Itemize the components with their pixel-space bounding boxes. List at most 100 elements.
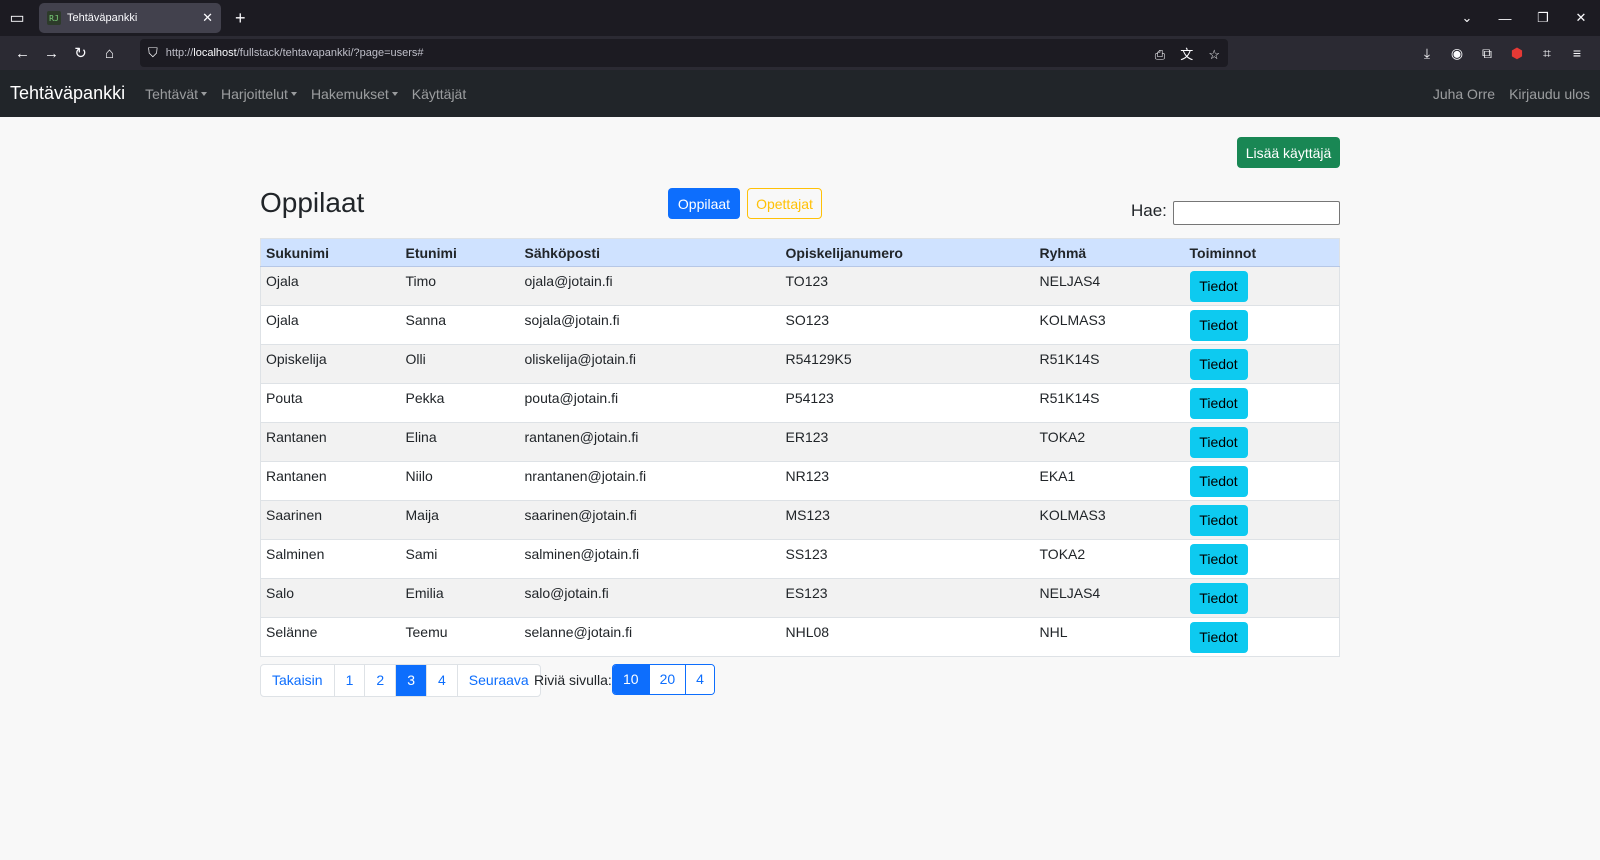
brand-link[interactable]: Tehtäväpankki: [10, 83, 125, 104]
email-cell: nrantanen@jotain.fi: [519, 461, 781, 501]
details-button[interactable]: Tiedot: [1189, 583, 1248, 614]
reader-mode-icon[interactable]: ⎙: [1155, 47, 1165, 62]
details-button[interactable]: Tiedot: [1189, 466, 1248, 497]
details-button[interactable]: Tiedot: [1189, 271, 1248, 302]
student-number-cell: MS123: [780, 500, 1035, 540]
column-header: Ryhmä: [1034, 238, 1185, 267]
details-button[interactable]: Tiedot: [1189, 310, 1248, 341]
close-window-icon[interactable]: ✕: [1562, 10, 1600, 26]
restore-icon[interactable]: ❐: [1524, 10, 1562, 26]
student-number-cell: NR123: [780, 461, 1035, 501]
group-cell: R51K14S: [1034, 344, 1185, 384]
table-row: Salo Emilia salo@jotain.fi ES123 NELJAS4 Tied…: [260, 578, 1340, 618]
student-number-cell: NHL08: [780, 617, 1035, 657]
student-number-cell: R54129K5: [780, 344, 1035, 384]
actions-cell: Tiedot: [1184, 461, 1340, 501]
search-input[interactable]: [1173, 201, 1340, 225]
nav-harjoittelut[interactable]: Harjoittelut: [221, 86, 297, 102]
actions-cell: Tiedot: [1184, 539, 1340, 579]
column-header: Etunimi: [400, 238, 520, 267]
rows-option-20[interactable]: 20: [649, 665, 687, 694]
nav-hakemukset[interactable]: Hakemukset: [311, 86, 398, 102]
ublock-icon[interactable]: ⬢: [1502, 45, 1532, 62]
details-button[interactable]: Tiedot: [1189, 505, 1248, 536]
next-page-button[interactable]: Seuraava: [458, 665, 540, 696]
table-row: Saarinen Maija saarinen@jotain.fi MS123 KOLM…: [260, 500, 1340, 540]
details-button[interactable]: Tiedot: [1189, 544, 1248, 575]
rows-option-10[interactable]: 10: [613, 665, 650, 694]
url-bar[interactable]: ⛉ http://localhost/fullstack/tehtavapank…: [140, 39, 1228, 67]
back-icon[interactable]: ←: [8, 39, 37, 68]
new-tab-icon[interactable]: +: [235, 8, 246, 29]
email-cell: saarinen@jotain.fi: [519, 500, 781, 540]
rows-option-4[interactable]: 4: [686, 665, 714, 694]
page-button-3[interactable]: 3: [396, 665, 427, 696]
browser-tab[interactable]: RJ Tehtäväpankki ✕: [39, 3, 221, 33]
details-button[interactable]: Tiedot: [1189, 622, 1248, 653]
page-button-1[interactable]: 1: [335, 665, 366, 696]
tab-title: Tehtäväpankki: [67, 12, 138, 24]
logout-link[interactable]: Kirjaudu ulos: [1509, 86, 1590, 102]
details-button[interactable]: Tiedot: [1189, 349, 1248, 380]
translate-icon[interactable]: 文: [1180, 47, 1193, 62]
actions-cell: Tiedot: [1184, 344, 1340, 384]
first-name-cell: Elina: [400, 422, 520, 462]
minimize-icon[interactable]: —: [1486, 11, 1524, 26]
teachers-toggle-button[interactable]: Opettajat: [747, 188, 822, 219]
actions-cell: Tiedot: [1184, 500, 1340, 540]
rows-per-page-group: 10 20 4: [612, 664, 715, 695]
actions-cell: Tiedot: [1184, 383, 1340, 423]
students-toggle-button[interactable]: Oppilaat: [668, 188, 740, 219]
page-button-2[interactable]: 2: [365, 665, 397, 696]
page-button-4[interactable]: 4: [427, 665, 458, 696]
actions-cell: Tiedot: [1184, 422, 1340, 462]
first-name-cell: Sanna: [400, 305, 520, 345]
student-number-cell: TO123: [780, 266, 1035, 306]
chevron-down-icon[interactable]: ⌄: [1448, 10, 1486, 26]
student-number-cell: ES123: [780, 578, 1035, 618]
last-name-cell: Rantanen: [260, 422, 401, 462]
table-row: Pouta Pekka pouta@jotain.fi P54123 R51K14S Ti…: [260, 383, 1340, 423]
actions-cell: Tiedot: [1184, 266, 1340, 306]
account-icon[interactable]: ◉: [1442, 45, 1472, 62]
page-content: Lisää käyttäjä Oppilaat Oppilaat Opettaj…: [0, 117, 1600, 860]
details-button[interactable]: Tiedot: [1189, 427, 1248, 458]
email-cell: selanne@jotain.fi: [519, 617, 781, 657]
nav-tehtavat[interactable]: Tehtävät: [145, 86, 208, 102]
table-row: Rantanen Niilo nrantanen@jotain.fi NR123 EKA…: [260, 461, 1340, 501]
email-cell: oliskelija@jotain.fi: [519, 344, 781, 384]
first-name-cell: Maija: [400, 500, 520, 540]
last-name-cell: Opiskelija: [260, 344, 401, 384]
group-cell: EKA1: [1034, 461, 1185, 501]
window-controls: ⌄ — ❐ ✕: [1448, 0, 1600, 36]
nav-kayttajat[interactable]: Käyttäjät: [412, 86, 466, 102]
pagination: Takaisin 1 2 3 4 Seuraava: [260, 664, 541, 697]
extensions-icon[interactable]: ⧉: [1472, 45, 1502, 62]
home-icon[interactable]: ⌂: [95, 39, 124, 68]
users-table: Sukunimi Etunimi Sähköposti Opiskelijanu…: [260, 238, 1340, 657]
first-name-cell: Sami: [400, 539, 520, 579]
menu-icon[interactable]: ≡: [1562, 45, 1592, 62]
email-cell: salminen@jotain.fi: [519, 539, 781, 579]
app-navbar: Tehtäväpankki Tehtävät Harjoittelut Hake…: [0, 70, 1600, 117]
crop-icon[interactable]: ⌗: [1532, 45, 1562, 62]
details-button[interactable]: Tiedot: [1189, 388, 1248, 419]
prev-page-button[interactable]: Takaisin: [261, 665, 335, 696]
actions-cell: Tiedot: [1184, 305, 1340, 345]
forward-icon[interactable]: →: [37, 39, 66, 68]
caret-down-icon: [391, 91, 398, 96]
caret-down-icon: [201, 91, 208, 96]
user-name-link[interactable]: Juha Orre: [1433, 86, 1495, 102]
email-cell: sojala@jotain.fi: [519, 305, 781, 345]
reload-icon[interactable]: ↻: [66, 39, 95, 68]
download-icon[interactable]: ⤓: [1412, 45, 1442, 62]
close-tab-icon[interactable]: ✕: [202, 10, 213, 26]
tab-list-icon[interactable]: ▭: [0, 0, 34, 36]
url-text[interactable]: http://localhost/fullstack/tehtavapankki…: [166, 47, 1143, 59]
bookmark-star-icon[interactable]: ☆: [1208, 47, 1220, 62]
last-name-cell: Ojala: [260, 266, 401, 306]
add-user-button[interactable]: Lisää käyttäjä: [1237, 137, 1340, 168]
table-row: Opiskelija Olli oliskelija@jotain.fi R54129…: [260, 344, 1340, 384]
last-name-cell: Salo: [260, 578, 401, 618]
shield-icon[interactable]: ⛉: [148, 45, 158, 61]
